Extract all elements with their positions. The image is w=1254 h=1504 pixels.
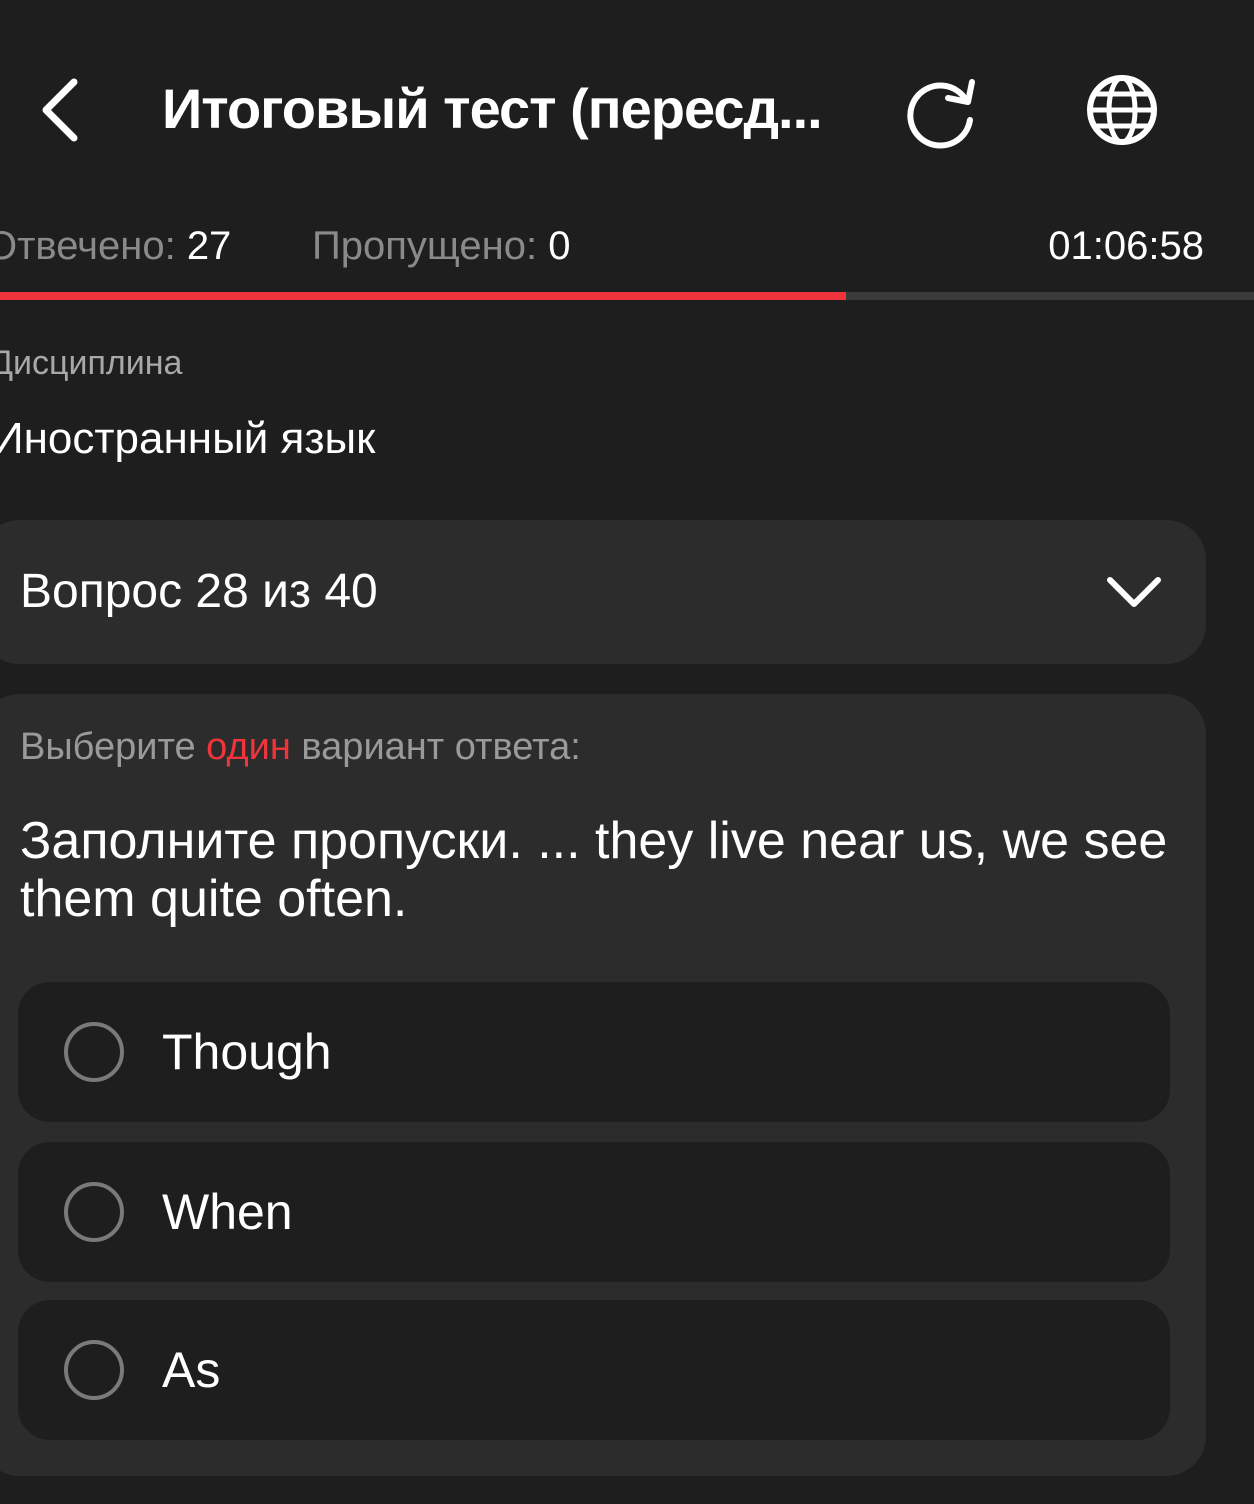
instruction-prefix: Выберите bbox=[20, 726, 207, 768]
chevron-down-icon bbox=[1107, 577, 1161, 607]
reload-icon bbox=[907, 79, 975, 149]
test-screen: Итоговый тест (пересд... Отвечено: 27 Пр… bbox=[0, 0, 1254, 1504]
skipped-count: 0 bbox=[548, 224, 571, 268]
option-label: When bbox=[162, 1184, 293, 1240]
discipline-value: Иностранный язык bbox=[0, 414, 376, 463]
skipped-label: Пропущено: bbox=[312, 224, 538, 268]
progress-fill bbox=[0, 292, 847, 300]
radio-icon[interactable] bbox=[64, 1022, 124, 1082]
instruction-accent: один bbox=[206, 726, 291, 768]
language-button[interactable] bbox=[1080, 70, 1164, 154]
timer: 01:06:58 bbox=[1048, 224, 1204, 268]
radio-icon[interactable] bbox=[64, 1182, 124, 1242]
answered-label: Отвечено: bbox=[0, 224, 176, 268]
reload-button[interactable] bbox=[900, 70, 984, 154]
question-selector[interactable]: Вопрос 28 из 40 bbox=[0, 520, 1206, 664]
question-card: Выберите один вариант ответа: Заполните … bbox=[0, 694, 1206, 1476]
header: Итоговый тест (пересд... bbox=[0, 0, 1254, 210]
page-title: Итоговый тест (пересд... bbox=[162, 77, 823, 140]
answered-count: 27 bbox=[186, 224, 232, 268]
skipped-stat: Пропущено: 0 bbox=[312, 218, 570, 274]
answered-stat: Отвечено: 27 bbox=[0, 218, 231, 274]
stats-row: Отвечено: 27 Пропущено: 0 01:06:58 bbox=[0, 218, 1254, 274]
question-text: Заполните пропуски. ... they live near u… bbox=[20, 812, 1168, 928]
back-button[interactable] bbox=[28, 68, 100, 152]
progress-bar bbox=[0, 292, 1254, 300]
option-label: As bbox=[162, 1342, 221, 1398]
answer-option-when[interactable]: When bbox=[18, 1142, 1170, 1282]
globe-icon bbox=[1087, 75, 1157, 145]
chevron-left-icon bbox=[42, 78, 78, 142]
question-number: Вопрос 28 из 40 bbox=[20, 565, 378, 618]
option-label: Though bbox=[162, 1024, 332, 1080]
instruction-suffix: вариант ответа: bbox=[290, 726, 581, 768]
instruction-text: Выберите один вариант ответа: bbox=[20, 726, 581, 769]
answer-option-though[interactable]: Though bbox=[18, 982, 1170, 1122]
answer-option-as[interactable]: As bbox=[18, 1300, 1170, 1440]
discipline-label: Дисциплина bbox=[0, 344, 183, 382]
radio-icon[interactable] bbox=[64, 1340, 124, 1400]
